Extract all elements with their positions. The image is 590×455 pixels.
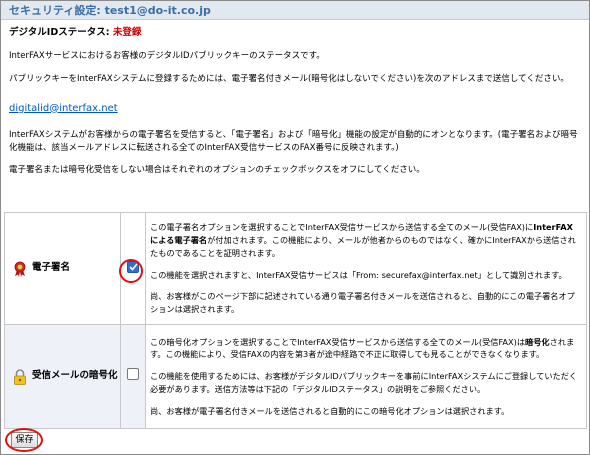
signature-desc-1a: この電子署名オプションを選択することでInterFAX受信サービスから送信する全… xyxy=(150,222,534,233)
option-row-signature: 電子署名 この電子署名オプションを選択することでInterFAX受信サービスから… xyxy=(4,212,587,325)
padlock-icon xyxy=(13,368,27,385)
status-value: 未登録 xyxy=(112,27,142,38)
encryption-label: 受信メールの暗号化 xyxy=(32,370,118,382)
encryption-checkbox[interactable] xyxy=(127,368,139,381)
checkbox-highlight-circle xyxy=(119,259,143,283)
signature-description: この電子署名オプションを選択することでInterFAX受信サービスから送信する全… xyxy=(145,212,587,325)
intro-paragraph-1: InterFAXサービスにおけるお客様のデジタルIDパブリックキーのステータスで… xyxy=(9,51,325,62)
encryption-description: この暗号化オプションを選択することでInterFAX受信サービスから送信する全て… xyxy=(145,324,587,429)
option-row-encryption: 受信メールの暗号化 この暗号化オプションを選択することでInterFAX受信サー… xyxy=(4,324,587,429)
option-label-cell: 受信メールの暗号化 xyxy=(4,324,121,429)
digital-id-status: デジタルIDステータス: 未登録 xyxy=(9,26,581,40)
signature-desc-1c: が付加されます。この機能により、メールが他者からのものではなく、確かにInter… xyxy=(150,235,576,258)
digital-id-email-link[interactable]: digitalid@interfax.net xyxy=(9,101,118,116)
digital-id-intro: デジタルIDステータス: 未登録 InterFAXサービスにおけるお客様のデジタ… xyxy=(1,20,589,177)
save-highlight-circle xyxy=(5,428,43,452)
encryption-desc-1a: この暗号化オプションを選択することでInterFAX受信サービスから送信する全て… xyxy=(150,336,526,347)
security-settings-panel: セキュリティ設定: test1@do-it.co.jp デジタルIDステータス:… xyxy=(0,0,590,455)
signature-label: 電子署名 xyxy=(32,262,71,274)
encryption-desc-3: 尚、お客様が電子署名付きメールを送信されると自動的にこの暗号化オプションは選択さ… xyxy=(150,405,510,416)
encryption-desc-2: この機能を使用するためには、お客様がデジタルIDパブリックキーを事前にInter… xyxy=(150,371,578,394)
intro-paragraph-2: パブリックキーをInterFAXシステムに登録するためには、電子署名付きメール(… xyxy=(9,74,569,84)
options-table: 電子署名 この電子署名オプションを選択することでInterFAX受信サービスから… xyxy=(4,212,587,429)
option-label-cell: 電子署名 xyxy=(4,212,121,325)
encryption-desc-1b: 暗号化 xyxy=(525,336,550,347)
checkbox-cell xyxy=(120,324,146,429)
award-ribbon-icon xyxy=(13,261,27,277)
intro-paragraph-3: InterFAXシステムがお客様からの電子署名を受信すると、「電子署名」および「… xyxy=(9,129,578,153)
signature-desc-2: この機能を選択されますと、InterFAX受信サービスは「From: secur… xyxy=(150,269,567,280)
page-title: セキュリティ設定: test1@do-it.co.jp xyxy=(1,1,589,20)
signature-desc-3: 尚、お客様がこのページ下部に記述されている通り電子署名付きメールを送信されると、… xyxy=(150,291,575,314)
status-label: デジタルIDステータス: xyxy=(9,27,113,38)
intro-paragraph-4: 電子署名または暗号化受信をしない場合はそれぞれのオプションのチェックボックスをオ… xyxy=(9,165,425,176)
